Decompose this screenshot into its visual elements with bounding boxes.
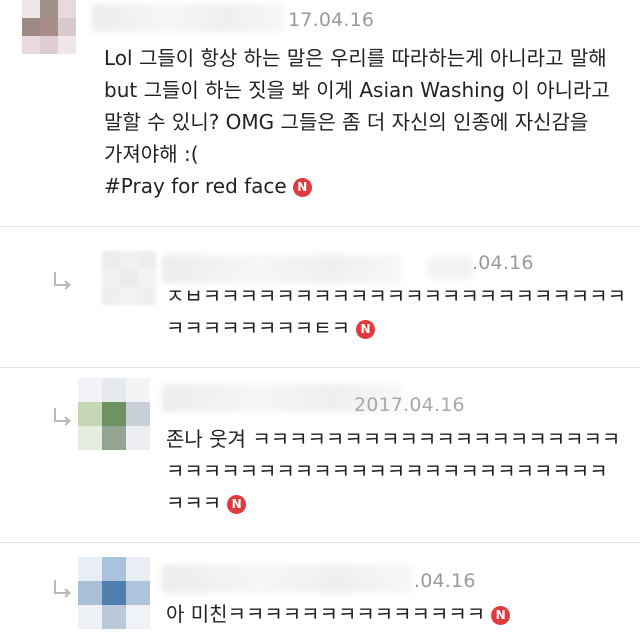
comment-text: 아 미친ㅋㅋㅋㅋㅋㅋㅋㅋㅋㅋㅋㅋㅋㅋ N — [166, 598, 511, 630]
date-blurred — [428, 257, 472, 279]
comment-text: 존나 웃겨 ㅋㅋㅋㅋㅋㅋㅋㅋㅋㅋㅋㅋㅋㅋㅋㅋㅋㅋㅋㅋ ㅋㅋㅋㅋㅋㅋㅋㅋㅋㅋㅋㅋㅋ… — [166, 423, 620, 519]
reply-arrow-icon — [54, 408, 72, 426]
avatar[interactable] — [78, 378, 150, 450]
comment-date: .04.16 — [472, 252, 534, 274]
comment-line: 존나 웃겨 ㅋㅋㅋㅋㅋㅋㅋㅋㅋㅋㅋㅋㅋㅋㅋㅋㅋㅋㅋㅋ — [166, 427, 621, 451]
comment-line: 가져야해 :( — [104, 142, 199, 166]
comment-date: 2017.04.16 — [354, 394, 465, 416]
comment-line: ㅈㅂㅋㅋㅋㅋㅋㅋㅋㅋㅋㅋㅋㅋㅋㅋㅋㅋㅋㅋㅋㅋㅋㅋㅋ — [166, 284, 626, 308]
comment-line-with-badge: #Pray for red face N — [104, 170, 610, 202]
comment-line: 아 미친ㅋㅋㅋㅋㅋㅋㅋㅋㅋㅋㅋㅋㅋㅋ — [166, 602, 486, 626]
comment-4: .04.16 아 미친ㅋㅋㅋㅋㅋㅋㅋㅋㅋㅋㅋㅋㅋㅋ N — [0, 543, 640, 640]
avatar[interactable] — [102, 251, 156, 305]
username-blurred — [162, 565, 412, 593]
comment-line: #Pray for red face — [104, 174, 287, 198]
comment-text: Lol 그들이 항상 하는 말은 우리를 따라하는게 아니라고 말해 but 그… — [104, 42, 610, 202]
reply-arrow-icon — [54, 580, 72, 598]
comment-line-with-badge: ㅋㅋㅋㅋㅋㅋㅋㅋㅌㅋ N — [166, 312, 626, 344]
new-badge-icon: N — [491, 606, 511, 625]
comment-1: 17.04.16 Lol 그들이 항상 하는 말은 우리를 따라하는게 아니라고… — [0, 0, 640, 226]
comment-line-with-badge: 아 미친ㅋㅋㅋㅋㅋㅋㅋㅋㅋㅋㅋㅋㅋㅋ N — [166, 598, 511, 630]
comment-line: ㅋㅋㅋ — [166, 491, 222, 515]
username-blurred — [92, 4, 284, 32]
new-badge-icon: N — [292, 178, 312, 197]
comment-line-with-badge: ㅋㅋㅋ N — [166, 487, 620, 519]
comment-text: ㅈㅂㅋㅋㅋㅋㅋㅋㅋㅋㅋㅋㅋㅋㅋㅋㅋㅋㅋㅋㅋㅋㅋㅋㅋ ㅋㅋㅋㅋㅋㅋㅋㅋㅌㅋ N — [166, 280, 626, 344]
comment-line: 말할 수 있니? OMG 그들은 좀 더 자신의 인종에 자신감을 — [104, 110, 589, 134]
comment-3: 2017.04.16 존나 웃겨 ㅋㅋㅋㅋㅋㅋㅋㅋㅋㅋㅋㅋㅋㅋㅋㅋㅋㅋㅋㅋ ㅋㅋ… — [0, 368, 640, 542]
comment-line: ㅋㅋㅋㅋㅋㅋㅋㅋㅋㅋㅋㅋㅋㅋㅋㅋㅋㅋㅋㅋㅋㅋㅋㅋ — [166, 459, 608, 483]
comment-line: but 그들이 하는 짓을 봐 이게 Asian Washing 이 아니라고 — [104, 78, 610, 102]
avatar[interactable] — [78, 557, 150, 629]
avatar[interactable] — [22, 0, 76, 54]
comment-line: Lol 그들이 항상 하는 말은 우리를 따라하는게 아니라고 말해 — [104, 46, 607, 70]
reply-arrow-icon — [54, 272, 72, 290]
comment-date: 17.04.16 — [288, 9, 375, 31]
new-badge-icon: N — [356, 320, 375, 339]
comment-2: .04.16 ㅈㅂㅋㅋㅋㅋㅋㅋㅋㅋㅋㅋㅋㅋㅋㅋㅋㅋㅋㅋㅋㅋㅋㅋㅋ ㅋㅋㅋㅋㅋㅋㅋ… — [0, 227, 640, 367]
comment-date: .04.16 — [414, 570, 476, 592]
new-badge-icon: N — [227, 495, 247, 514]
comment-line: ㅋㅋㅋㅋㅋㅋㅋㅋㅌㅋ — [166, 316, 350, 340]
username-blurred — [162, 255, 402, 283]
